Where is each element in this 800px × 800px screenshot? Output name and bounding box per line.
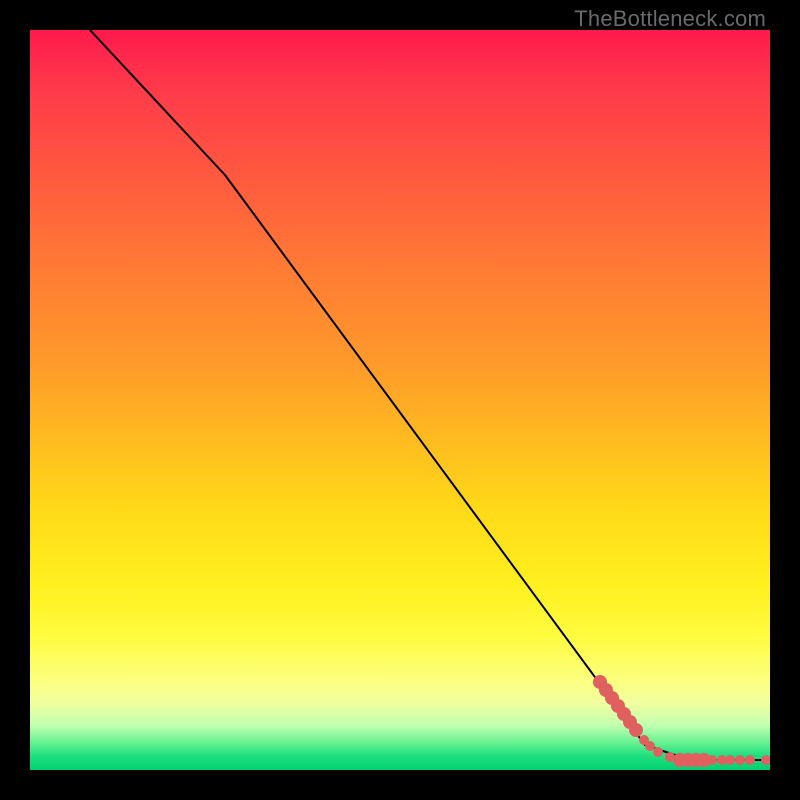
data-point <box>735 755 745 765</box>
data-point <box>653 747 663 757</box>
chart-overlay <box>30 30 770 770</box>
data-point <box>725 755 735 765</box>
scatter-points <box>593 675 770 767</box>
chart-frame: TheBottleneck.com <box>0 0 800 800</box>
data-point <box>761 755 770 765</box>
watermark-text: TheBottleneck.com <box>574 6 766 32</box>
data-point <box>707 755 717 765</box>
data-point <box>745 755 755 765</box>
data-point <box>645 741 655 751</box>
bottleneck-curve <box>90 30 770 760</box>
data-point <box>629 723 643 737</box>
plot-area <box>30 30 770 770</box>
